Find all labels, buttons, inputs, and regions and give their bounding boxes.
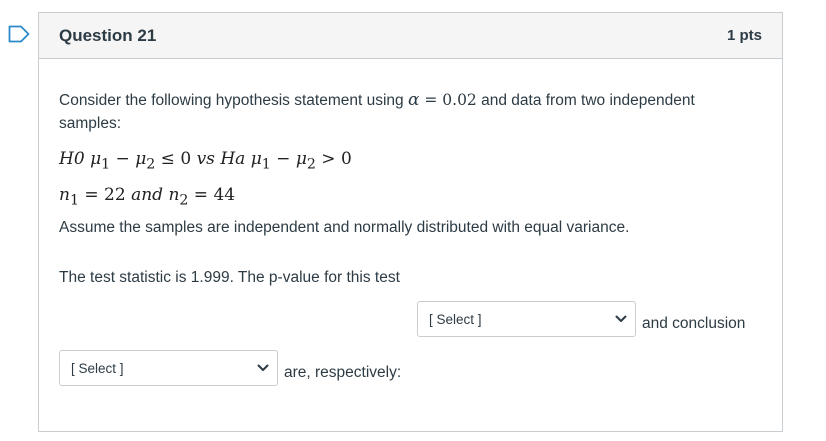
question-intro: Consider the following hypothesis statem… [59, 90, 695, 132]
statement-after-text: are, respectively: [284, 364, 402, 381]
alpha-symbol: α [407, 90, 420, 110]
chevron-down-icon [615, 315, 627, 322]
question-title: Question 21 [59, 25, 157, 45]
conclusion-select[interactable]: [ Select ] [59, 350, 278, 386]
question-points: 1 pts [726, 27, 762, 44]
alpha-value: = 0.02 [419, 91, 477, 109]
assumption-text: Assume the samples are independent and n… [59, 219, 630, 236]
statement-middle-text: and conclusion [642, 315, 746, 332]
pvalue-select-value: [ Select ] [429, 311, 482, 327]
chevron-down-icon [257, 364, 269, 371]
pvalue-select[interactable]: [ Select ] [417, 301, 636, 337]
bookmark-flag-icon[interactable] [8, 25, 30, 43]
sample-sizes: n1 = 22 and n2 = 44 [59, 185, 236, 209]
question-card: Question 21 1 pts Consider the following… [38, 12, 783, 432]
statement-text: The test statistic is 1.999. The p-value… [59, 269, 400, 286]
conclusion-select-value: [ Select ] [71, 360, 124, 376]
question-header: Question 21 1 pts [39, 13, 782, 59]
hypothesis-statement: H0 μ1 − μ2 ≤ 0 vs Ha μ1 − μ2 > 0 [59, 149, 352, 173]
